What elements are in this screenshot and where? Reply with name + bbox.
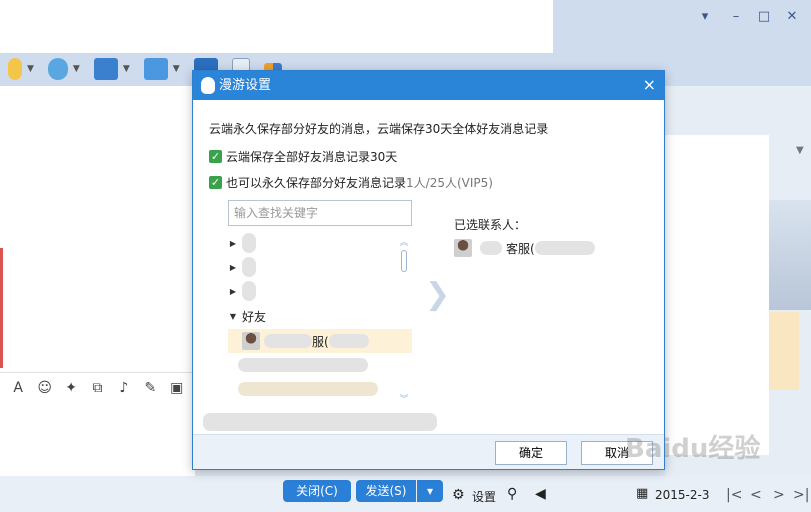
message-area xyxy=(0,86,195,372)
close-chat-button[interactable]: 关闭(C) xyxy=(283,480,351,502)
folder-icon xyxy=(143,58,168,80)
blurred-name xyxy=(264,334,312,348)
screen-share-button[interactable]: ▼ xyxy=(93,58,130,80)
search-input[interactable]: 输入查找关键字 xyxy=(228,200,412,226)
right-info-box xyxy=(665,135,769,455)
font-icon[interactable]: A xyxy=(10,379,26,397)
tree-group[interactable]: ▶ xyxy=(228,255,412,279)
triangle-right-icon: ▶ xyxy=(229,238,237,248)
blurred-item xyxy=(203,413,437,431)
screenshot-icon[interactable]: ⧉ xyxy=(89,379,105,397)
blurred-name xyxy=(328,334,369,348)
gear-icon[interactable]: ⚙ xyxy=(452,487,465,503)
camera-icon xyxy=(47,58,68,80)
emoji-icon[interactable]: ☺ xyxy=(36,379,52,397)
tree-group-friends[interactable]: ▼ 好友 xyxy=(228,304,412,328)
friend-item[interactable] xyxy=(228,353,412,377)
last-page-icon[interactable]: >| xyxy=(793,487,809,503)
maximize-icon[interactable]: □ xyxy=(757,10,771,24)
blurred-name xyxy=(534,241,595,255)
option2-label: 也可以永久保存部分好友消息记录 xyxy=(226,176,407,190)
blurred-name xyxy=(238,358,368,372)
roaming-settings-dialog: 漫游设置 × 云端永久保存部分好友的消息，云端保存30天全体好友消息记录 ✓ 云… xyxy=(192,70,665,470)
selected-contacts-label: 已选联系人： xyxy=(454,218,527,232)
blurred-name xyxy=(480,241,502,255)
option-save-all-30days[interactable]: ✓ 云端保存全部好友消息记录30天 xyxy=(209,148,397,165)
friend-item[interactable] xyxy=(228,377,412,401)
scroll-down-icon[interactable]: ︾ xyxy=(399,392,409,405)
prev-page-icon[interactable]: < xyxy=(750,487,762,503)
selected-contact-item[interactable]: 客服( xyxy=(454,239,595,257)
speaker-icon[interactable]: ◀ xyxy=(535,486,546,502)
settings-label[interactable]: 设置 xyxy=(472,488,496,505)
monitor-icon xyxy=(93,58,118,80)
blurred-group-name xyxy=(242,257,256,277)
tree-group[interactable]: ▶ xyxy=(228,231,412,255)
option1-label: 云端保存全部好友消息记录30天 xyxy=(226,150,398,164)
add-arrow-icon[interactable]: ❯ xyxy=(425,277,450,312)
video-call-button[interactable]: ▼ xyxy=(47,58,80,80)
avatar xyxy=(242,332,260,350)
chevron-down-icon[interactable]: ▼ xyxy=(796,145,804,156)
file-transfer-button[interactable]: ▼ xyxy=(143,58,180,80)
scroll-thumb[interactable] xyxy=(401,250,407,272)
minimize-icon[interactable]: – xyxy=(729,10,743,24)
microphone-icon xyxy=(8,58,22,80)
triangle-right-icon: ▶ xyxy=(229,262,237,272)
chat-title-area xyxy=(0,0,553,53)
triangle-right-icon: ▶ xyxy=(229,286,237,296)
quota-label: 1人/25人(VIP5) xyxy=(406,176,493,190)
search-icon[interactable]: ⚲ xyxy=(507,486,517,502)
checkbox-checked-icon[interactable]: ✓ xyxy=(209,176,222,189)
voice-call-button[interactable]: ▼ xyxy=(8,58,34,80)
watermark: Baidu经验 xyxy=(625,434,761,464)
selected-contact-name: 客服( xyxy=(506,241,535,256)
blurred-group-name xyxy=(242,281,256,301)
friend-tree: ▶ ▶ ▶ ▼ 好友 服( xyxy=(228,231,412,411)
option-save-partial-forever[interactable]: ✓ 也可以永久保存部分好友消息记录 1人/25人(VIP5) xyxy=(209,174,493,191)
image-icon[interactable]: ▣ xyxy=(169,379,185,397)
chevron-down-icon: ▾ xyxy=(426,484,434,498)
voice-message-icon[interactable]: ♪ xyxy=(116,379,132,397)
calendar-icon[interactable]: ▦ xyxy=(636,486,648,501)
scroll-up-icon[interactable]: ︽ xyxy=(399,235,409,248)
blurred-name xyxy=(238,382,378,396)
magic-icon[interactable]: ✦ xyxy=(63,379,79,397)
friend-name-suffix: 服( xyxy=(312,334,329,349)
ok-button[interactable]: 确定 xyxy=(495,441,567,465)
friend-list-scrollbar[interactable]: ︽ ︾ xyxy=(399,235,409,407)
first-page-icon[interactable]: |< xyxy=(726,487,742,503)
dialog-close-icon[interactable]: × xyxy=(643,76,656,94)
right-highlight xyxy=(769,312,799,390)
dialog-title-bar: 漫游设置 × xyxy=(193,71,664,100)
checkbox-checked-icon[interactable]: ✓ xyxy=(209,150,222,163)
next-page-icon[interactable]: > xyxy=(773,487,785,503)
group-friends-label: 好友 xyxy=(242,309,267,324)
avatar xyxy=(454,239,472,257)
date-label: 2015-2-3 xyxy=(655,488,710,502)
send-options-button[interactable]: ▾ xyxy=(417,480,443,502)
input-toolbar: A ☺ ✦ ⧉ ♪ ✎ ▣ xyxy=(0,372,195,402)
dialog-title: 漫游设置 xyxy=(219,78,272,93)
banner-image xyxy=(769,200,811,310)
friend-item-selected[interactable]: 服( xyxy=(228,329,412,353)
dropdown-icon[interactable]: ▾ xyxy=(698,10,712,24)
left-accent xyxy=(0,248,3,368)
triangle-down-icon: ▼ xyxy=(229,311,237,321)
edit-icon[interactable]: ✎ xyxy=(142,379,158,397)
blurred-group-name xyxy=(242,233,256,253)
qq-logo-icon xyxy=(201,77,215,94)
send-button[interactable]: 发送(S) xyxy=(356,480,416,502)
dialog-description: 云端永久保存部分好友的消息，云端保存30天全体好友消息记录 xyxy=(209,122,549,136)
tree-group[interactable]: ▶ xyxy=(228,279,412,303)
message-input[interactable] xyxy=(0,402,195,476)
close-icon[interactable]: ✕ xyxy=(785,10,799,24)
